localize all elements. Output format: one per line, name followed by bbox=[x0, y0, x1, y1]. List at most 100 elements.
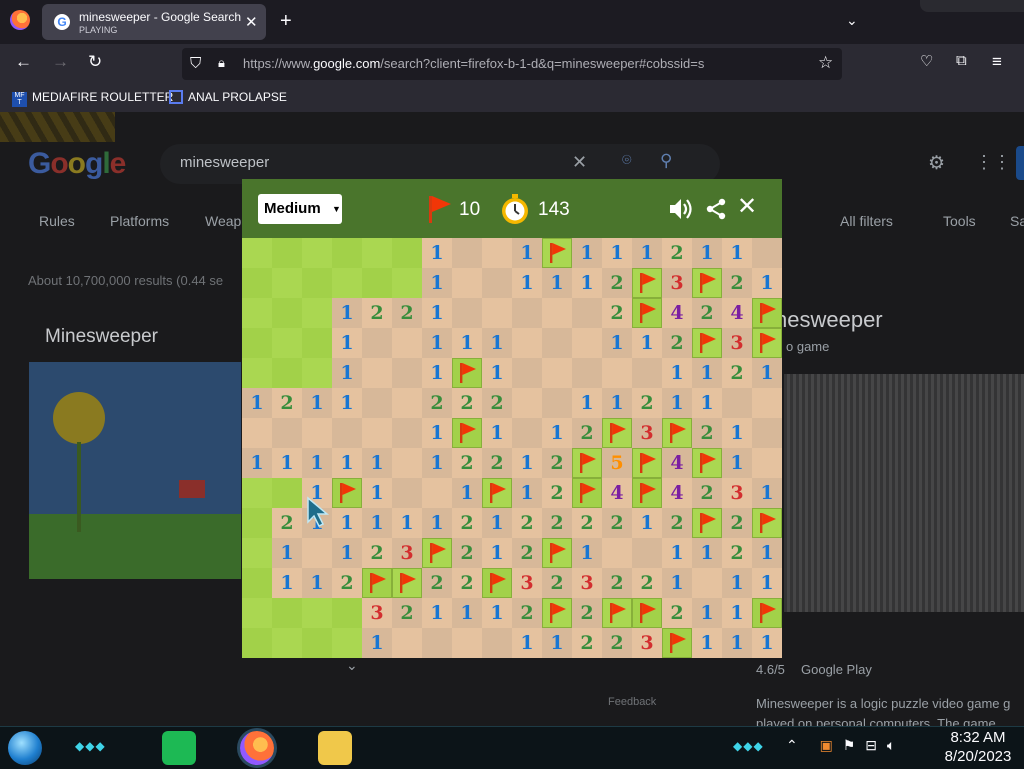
number-cell[interactable]: 1 bbox=[242, 388, 272, 418]
result-title[interactable]: Minesweeper bbox=[45, 326, 158, 348]
tools-button[interactable]: Tools bbox=[943, 213, 976, 229]
number-cell[interactable]: 4 bbox=[602, 478, 632, 508]
game-board[interactable]: 1111121111112321122124241111112311111211… bbox=[242, 238, 782, 659]
empty-cell[interactable] bbox=[422, 478, 452, 508]
hidden-cell[interactable] bbox=[332, 598, 362, 628]
number-cell[interactable]: 3 bbox=[572, 568, 602, 598]
number-cell[interactable]: 3 bbox=[722, 328, 752, 358]
empty-cell[interactable] bbox=[392, 418, 422, 448]
number-cell[interactable]: 1 bbox=[302, 388, 332, 418]
number-cell[interactable]: 2 bbox=[722, 358, 752, 388]
flagged-cell[interactable] bbox=[362, 568, 392, 598]
number-cell[interactable]: 1 bbox=[332, 358, 362, 388]
number-cell[interactable]: 2 bbox=[692, 478, 722, 508]
number-cell[interactable]: 1 bbox=[512, 448, 542, 478]
tab-platforms[interactable]: Platforms bbox=[110, 213, 169, 229]
difficulty-select[interactable]: Medium ▼ bbox=[258, 194, 342, 224]
empty-cell[interactable] bbox=[392, 388, 422, 418]
number-cell[interactable]: 1 bbox=[632, 238, 662, 268]
number-cell[interactable]: 1 bbox=[332, 328, 362, 358]
hidden-cell[interactable] bbox=[302, 238, 332, 268]
url-bar[interactable]: ⛉ 🔒︎ https://www.google.com/search?clien… bbox=[182, 48, 842, 80]
empty-cell[interactable] bbox=[572, 298, 602, 328]
number-cell[interactable]: 1 bbox=[722, 598, 752, 628]
bookmark-mediafire[interactable]: MF T MEDIAFIRE ROULETTER bbox=[12, 90, 173, 107]
hidden-cell[interactable] bbox=[302, 268, 332, 298]
hidden-cell[interactable] bbox=[242, 478, 272, 508]
hamburger-menu-icon[interactable]: ≡ bbox=[992, 52, 1002, 72]
flagged-cell[interactable] bbox=[752, 598, 782, 628]
number-cell[interactable]: 1 bbox=[752, 628, 782, 658]
hidden-cell[interactable] bbox=[392, 268, 422, 298]
number-cell[interactable]: 2 bbox=[692, 418, 722, 448]
flagged-cell[interactable] bbox=[692, 448, 722, 478]
tab-minesweeper[interactable]: G minesweeper - Google Search PLAYING ✕ bbox=[42, 4, 266, 40]
number-cell[interactable]: 1 bbox=[482, 538, 512, 568]
number-cell[interactable]: 1 bbox=[752, 268, 782, 298]
hidden-cell[interactable] bbox=[242, 328, 272, 358]
number-cell[interactable]: 1 bbox=[362, 478, 392, 508]
number-cell[interactable]: 1 bbox=[422, 418, 452, 448]
close-tab-icon[interactable]: ✕ bbox=[245, 13, 258, 31]
rating-source[interactable]: Google Play bbox=[801, 662, 872, 677]
number-cell[interactable]: 2 bbox=[722, 538, 752, 568]
hidden-cell[interactable] bbox=[302, 628, 332, 658]
number-cell[interactable]: 1 bbox=[722, 448, 752, 478]
number-cell[interactable]: 1 bbox=[332, 388, 362, 418]
number-cell[interactable]: 1 bbox=[752, 538, 782, 568]
number-cell[interactable]: 1 bbox=[722, 238, 752, 268]
number-cell[interactable]: 1 bbox=[482, 418, 512, 448]
flagged-cell[interactable] bbox=[752, 328, 782, 358]
flagged-cell[interactable] bbox=[662, 628, 692, 658]
flagged-cell[interactable] bbox=[752, 298, 782, 328]
clock-time[interactable]: 8:32 AM bbox=[938, 729, 1018, 746]
empty-cell[interactable] bbox=[482, 238, 512, 268]
number-cell[interactable]: 2 bbox=[602, 628, 632, 658]
number-cell[interactable]: 1 bbox=[692, 598, 722, 628]
new-tab-button[interactable]: + bbox=[280, 10, 292, 33]
hidden-cell[interactable] bbox=[242, 598, 272, 628]
number-cell[interactable]: 1 bbox=[332, 448, 362, 478]
flagged-cell[interactable] bbox=[452, 358, 482, 388]
firefox-menu-icon[interactable] bbox=[10, 10, 30, 30]
flagged-cell[interactable] bbox=[332, 478, 362, 508]
flagged-cell[interactable] bbox=[482, 478, 512, 508]
flagged-cell[interactable] bbox=[542, 538, 572, 568]
number-cell[interactable]: 2 bbox=[662, 328, 692, 358]
empty-cell[interactable] bbox=[302, 538, 332, 568]
volume-icon[interactable]: 🔈︎ bbox=[887, 737, 895, 753]
number-cell[interactable]: 1 bbox=[662, 388, 692, 418]
feedback-link[interactable]: Feedback bbox=[608, 696, 656, 708]
number-cell[interactable]: 2 bbox=[662, 238, 692, 268]
hidden-cell[interactable] bbox=[242, 238, 272, 268]
number-cell[interactable]: 2 bbox=[542, 508, 572, 538]
number-cell[interactable]: 1 bbox=[512, 238, 542, 268]
hidden-cell[interactable] bbox=[272, 598, 302, 628]
empty-cell[interactable] bbox=[632, 358, 662, 388]
flagged-cell[interactable] bbox=[572, 448, 602, 478]
number-cell[interactable]: 1 bbox=[362, 628, 392, 658]
pocket-icon[interactable]: ♡ bbox=[920, 52, 933, 70]
sign-in-button[interactable] bbox=[1016, 146, 1024, 180]
close-game-icon[interactable]: ✕ bbox=[736, 195, 758, 219]
number-cell[interactable]: 2 bbox=[722, 268, 752, 298]
empty-cell[interactable] bbox=[362, 358, 392, 388]
empty-cell[interactable] bbox=[512, 418, 542, 448]
number-cell[interactable]: 2 bbox=[662, 598, 692, 628]
flagged-cell[interactable] bbox=[422, 538, 452, 568]
sound-icon[interactable] bbox=[668, 196, 694, 222]
number-cell[interactable]: 1 bbox=[512, 628, 542, 658]
number-cell[interactable]: 2 bbox=[572, 628, 602, 658]
number-cell[interactable]: 1 bbox=[752, 568, 782, 598]
search-box[interactable]: minesweeper ✕ ⌾ ⚲ bbox=[160, 144, 720, 184]
number-cell[interactable]: 1 bbox=[602, 238, 632, 268]
apps-grid-icon[interactable]: ⋮⋮ bbox=[975, 152, 1011, 173]
number-cell[interactable]: 2 bbox=[332, 568, 362, 598]
number-cell[interactable]: 2 bbox=[512, 508, 542, 538]
number-cell[interactable]: 2 bbox=[512, 598, 542, 628]
number-cell[interactable]: 1 bbox=[452, 328, 482, 358]
empty-cell[interactable] bbox=[542, 298, 572, 328]
number-cell[interactable]: 2 bbox=[572, 418, 602, 448]
spotify-icon[interactable] bbox=[162, 731, 196, 765]
empty-cell[interactable] bbox=[752, 238, 782, 268]
